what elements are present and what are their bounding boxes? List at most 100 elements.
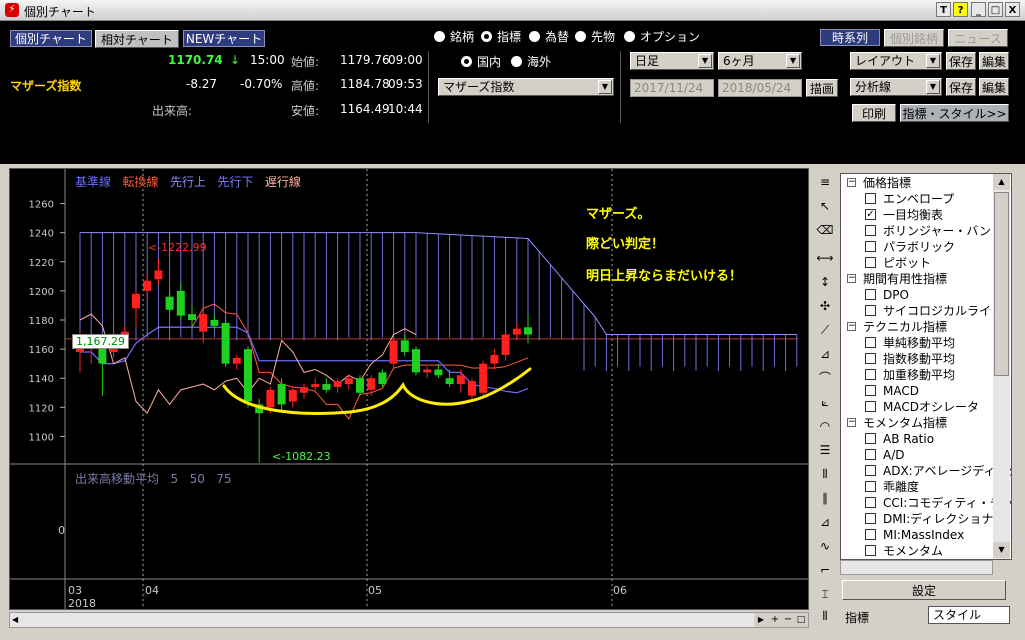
range-select[interactable]: 6ヶ月 ▼ [718,52,802,70]
price-chart[interactable]: 1100 1120 1140 1160 1180 1200 1220 1240 1260 [10,169,808,609]
checkbox[interactable] [865,305,876,316]
circle-arc-icon[interactable]: ◠ [815,416,835,436]
radio-futures[interactable] [575,31,586,42]
layout-select[interactable]: レイアウト ▼ [850,52,942,70]
tree-item[interactable]: ピボット [865,255,931,271]
fibonacci-fan-icon[interactable]: ⟀ [815,392,835,412]
tab-time-series[interactable]: 時系列 [820,29,880,46]
checkbox[interactable] [865,241,876,252]
checkbox[interactable]: ✓ [865,209,876,220]
draw-button[interactable]: 描画 [806,79,838,97]
date-from-field[interactable]: 2017/11/24 [630,79,714,97]
step-icon[interactable]: ⌐ [815,560,835,580]
checkbox[interactable] [865,529,876,540]
scroll-thumb[interactable] [994,192,1009,376]
cross-line-icon[interactable]: ✣ [815,296,835,316]
radio-fx[interactable] [529,31,540,42]
radio-options[interactable] [624,31,635,42]
layout-save-button[interactable]: 保存 [946,52,976,70]
radio-brand[interactable] [434,31,445,42]
tree-item[interactable]: MACD [865,383,919,399]
tree-item[interactable]: ADX:アベレージディレクショナル [865,463,1011,479]
menu-icon[interactable]: ≡ [815,172,835,192]
tree-group[interactable]: − モメンタム指標 [845,415,947,431]
text-icon[interactable]: T [936,2,951,17]
checkbox[interactable] [865,449,876,460]
collapse-icon[interactable]: − [847,274,856,283]
fan-line-icon[interactable]: ⊿ [815,344,835,364]
checkbox[interactable] [865,337,876,348]
radio-overseas[interactable] [511,56,522,67]
collapse-icon[interactable]: − [847,322,856,331]
checkbox[interactable] [865,513,876,524]
channel-icon[interactable]: ⊿ [815,512,835,532]
help-icon[interactable]: ? [953,2,968,17]
radio-domestic[interactable] [461,56,472,67]
tree-group[interactable]: − 価格指標 [845,175,911,191]
close-icon[interactable]: X [1005,2,1020,17]
checkbox[interactable] [865,257,876,268]
arc-icon[interactable]: ⌒ [815,368,835,388]
tree-item[interactable]: 指数移動平均 [865,351,955,367]
date-to-field[interactable]: 2018/05/24 [718,79,802,97]
layout-edit-button[interactable]: 編集 [979,52,1009,70]
tree-item[interactable]: パラボリック [865,239,955,255]
pointer-icon[interactable]: ↖ [815,196,835,216]
new-chart-button[interactable]: NEWチャート [183,30,265,47]
relative-chart-button[interactable]: 相対チャート [95,30,179,48]
minimize-icon[interactable]: _ [971,2,986,17]
tab-style[interactable]: スタイル [928,606,1010,624]
tree-item[interactable]: 加重移動平均 [865,367,955,383]
tree-item[interactable]: CCI:コモディティ・チャネル [865,495,1011,511]
period-select[interactable]: 日足 ▼ [630,52,714,70]
tree-item[interactable]: MI:MassIndex [865,527,964,543]
parallel-line-icon[interactable]: ∥ [815,488,835,508]
checkbox[interactable] [865,433,876,444]
settings-button[interactable]: 設定 [842,580,1006,600]
tree-item[interactable]: A/D [865,447,905,463]
text-tool-icon[interactable]: ⌶ [815,584,835,604]
scroll-up-icon[interactable]: ▲ [993,174,1010,190]
tree-group[interactable]: − 期間有用性指標 [845,271,947,287]
individual-chart-button[interactable]: 個別チャート [10,30,92,47]
tree-item[interactable]: ボリンジャー・バンド [865,223,1003,239]
retracement-icon[interactable]: ☰ [815,440,835,460]
checkbox[interactable] [865,369,876,380]
tree-item[interactable]: エンベロープ [865,191,954,207]
zoom-out-icon[interactable]: − [782,613,794,627]
tree-group[interactable]: − テクニカル指標 [845,319,947,335]
checkbox[interactable] [865,401,876,412]
spiral-icon[interactable]: ∿ [815,536,835,556]
tab-individual-stock[interactable]: 個別銘柄 [884,29,944,47]
vertical-line-icon[interactable]: ↕ [815,272,835,292]
analysis-save-button[interactable]: 保存 [946,78,976,96]
maximize-icon[interactable]: □ [988,2,1003,17]
analysis-select[interactable]: 分析線 ▼ [850,78,942,96]
indicator-scrollbar[interactable]: ▲ ▼ [993,174,1010,559]
tree-item[interactable]: サイコロジカルライン [865,303,1003,319]
bars-icon[interactable]: ⦀ [815,606,835,626]
index-select[interactable]: マザーズ指数 ▼ [438,78,614,96]
collapse-icon[interactable]: − [847,418,856,427]
checkbox[interactable] [865,193,876,204]
fit-icon[interactable]: □ [794,613,808,627]
tree-item[interactable]: DPO [865,287,909,303]
trend-line-icon[interactable]: ⟋ [815,320,835,340]
collapse-icon[interactable]: − [847,178,856,187]
tree-item[interactable]: モメンタム [865,543,943,559]
analysis-edit-button[interactable]: 編集 [979,78,1009,96]
scroll-right-icon[interactable]: ▶ [754,613,768,627]
checkbox[interactable] [865,289,876,300]
checkbox[interactable] [865,225,876,236]
tree-item[interactable]: 単純移動平均 [865,335,955,351]
tree-item[interactable]: 乖離度 [865,479,919,495]
tab-indicators[interactable]: 指標 [845,609,869,626]
zoom-in-icon[interactable]: + [768,613,782,627]
chart-scrollbar[interactable]: ◀ ▶ + − □ [9,612,809,628]
tree-item[interactable]: AB Ratio [865,431,934,447]
scroll-down-icon[interactable]: ▼ [993,542,1010,558]
indicator-hscroll[interactable] [840,560,993,575]
print-button[interactable]: 印刷 [852,104,896,122]
indicator-style-button[interactable]: 指標・スタイル>> [900,104,1009,122]
tree-item[interactable]: ✓ 一目均衡表 [865,207,943,223]
